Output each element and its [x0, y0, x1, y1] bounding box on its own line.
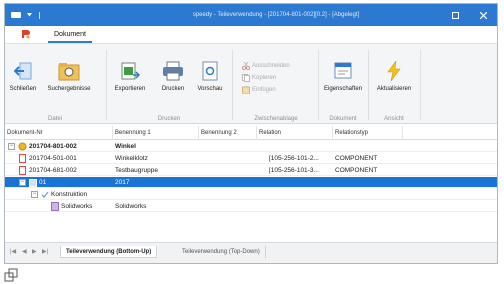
- cell-relation: [105-256-101-3...: [269, 167, 319, 174]
- printer-icon: [162, 60, 184, 82]
- first-sheet-button[interactable]: |◀: [10, 248, 16, 255]
- cell-dokument-nr: Solidworks: [61, 203, 93, 210]
- table-row[interactable]: 201704-501-001 Winkelklotz [105-256-101-…: [5, 153, 497, 164]
- col-header-benennung-2[interactable]: Benennung 2: [199, 126, 257, 140]
- collapse-toggle[interactable]: −: [31, 191, 38, 198]
- cell-benennung-1: Winkel: [115, 143, 136, 150]
- copy-label: Kopieren: [252, 75, 277, 81]
- ribbon-tabs: Dokument: [5, 26, 497, 43]
- divider: [420, 50, 421, 120]
- cell-relationstyp: COMPONENT: [335, 155, 378, 162]
- collapse-toggle[interactable]: −: [19, 179, 26, 186]
- paste-button[interactable]: Einfügen: [241, 85, 276, 95]
- folder-search-icon: [58, 60, 80, 82]
- quick-access-icon[interactable]: [35, 4, 43, 26]
- col-header-relationstyp[interactable]: Relationstyp: [333, 126, 403, 140]
- cell-relationstyp: COMPONENT: [335, 167, 378, 174]
- close-label: Schließen: [9, 86, 37, 92]
- cell-benennung-1: Testbaugruppe: [115, 167, 159, 174]
- document-tree-grid: Dokument-Nr Benennung 1 Benennung 2 Rela…: [5, 124, 497, 242]
- group-zwischenablage: Ausschneiden Kopieren Einfügen Zwischena…: [235, 44, 317, 124]
- last-sheet-button[interactable]: ▶|: [42, 248, 48, 255]
- cell-relation: [105-256-101-2...: [269, 155, 319, 162]
- app-window: speedy - Teileverwendung - [201704-801-0…: [4, 3, 498, 264]
- paste-label: Einfügen: [252, 87, 276, 93]
- window-resize-icon[interactable]: [4, 268, 18, 282]
- group-ansicht: Aktualisieren Ansicht: [369, 44, 419, 124]
- group-label-drucken: Drucken: [157, 116, 181, 122]
- search-results-button[interactable]: Suchergebnisse: [39, 60, 99, 104]
- next-sheet-button[interactable]: ▶: [32, 248, 37, 255]
- preview-label: Vorschau: [197, 86, 223, 92]
- properties-label: Eigenschaften: [323, 86, 363, 92]
- refresh-button[interactable]: Aktualisieren: [372, 60, 416, 104]
- tab-top-down[interactable]: Teileverwendung (Top-Down): [177, 246, 266, 258]
- lightning-icon: [383, 60, 405, 82]
- properties-button[interactable]: Eigenschaften: [321, 60, 365, 104]
- print-button[interactable]: Drucken: [155, 60, 191, 104]
- app-logo-icon[interactable]: [21, 29, 31, 41]
- collapse-toggle[interactable]: −: [8, 143, 15, 150]
- divider: [232, 50, 233, 120]
- group-label-zwischenablage: Zwischenablage: [254, 116, 298, 122]
- restore-icon[interactable]: [449, 4, 461, 26]
- table-row[interactable]: 201704-681-002 Testbaugruppe [105-256-10…: [5, 165, 497, 176]
- properties-icon: [332, 60, 354, 82]
- copy-button[interactable]: Kopieren: [241, 73, 276, 83]
- copy-icon: [241, 74, 250, 83]
- cell-dokument-nr: 01: [39, 179, 47, 186]
- version-icon: [28, 178, 37, 187]
- close-button[interactable]: Schließen: [8, 60, 38, 104]
- group-dokument: Eigenschaften Dokument: [319, 44, 367, 124]
- table-row[interactable]: − Konstruktion: [5, 189, 497, 200]
- group-label-datei: Datei: [47, 116, 62, 122]
- table-row[interactable]: − 201704-801-002 Winkel: [5, 141, 497, 152]
- close-document-icon: [12, 60, 34, 82]
- prev-sheet-button[interactable]: ◀: [22, 248, 27, 255]
- cell-dokument-nr: Konstruktion: [51, 191, 88, 198]
- export-sheet-icon: [119, 60, 141, 82]
- grid-header: Dokument-Nr Benennung 1 Benennung 2 Rela…: [5, 126, 497, 140]
- tab-bottom-up[interactable]: Teileverwendung (Bottom-Up): [60, 246, 158, 258]
- cell-dokument-nr: 201704-681-002: [29, 167, 77, 174]
- scissors-icon: [241, 62, 250, 71]
- table-row-selected[interactable]: − 01 2017: [5, 177, 497, 188]
- group-label-dokument: Dokument: [329, 116, 357, 122]
- ribbon: Schließen Suchergebnisse Datei Exportier…: [5, 43, 497, 124]
- cell-benennung-1: Winkelklotz: [115, 155, 148, 162]
- part-icon: [18, 166, 27, 175]
- col-header-dokument-nr[interactable]: Dokument-Nr: [5, 126, 113, 140]
- tab-dokument[interactable]: Dokument: [48, 28, 92, 43]
- close-icon[interactable]: [477, 4, 489, 26]
- checkmark-icon: [40, 190, 49, 199]
- cell-benennung-1: 2017: [115, 179, 130, 186]
- export-button[interactable]: Exportieren: [111, 60, 149, 104]
- window-title: speedy - Teileverwendung - [201704-801-0…: [192, 12, 360, 18]
- chevron-down-icon[interactable]: [25, 4, 33, 26]
- group-label-ansicht: Ansicht: [384, 116, 404, 122]
- col-header-relation[interactable]: Relation: [257, 126, 333, 140]
- print-label: Drucken: [161, 86, 185, 92]
- group-drucken: Exportieren Drucken Vorschau Drucken: [107, 44, 231, 124]
- sheet-tab-bar: |◀ ◀ ▶ ▶| Teileverwendung (Bottom-Up) Te…: [5, 242, 497, 263]
- refresh-label: Aktualisieren: [376, 86, 412, 92]
- cut-label: Ausschneiden: [252, 63, 290, 69]
- cut-button[interactable]: Ausschneiden: [241, 61, 290, 71]
- search-results-label: Suchergebnisse: [47, 86, 91, 92]
- group-datei: Schließen Suchergebnisse Datei: [5, 44, 105, 124]
- part-icon: [18, 154, 27, 163]
- cell-dokument-nr: 201704-801-002: [29, 143, 77, 150]
- paste-icon: [241, 86, 250, 95]
- assembly-icon: [18, 142, 27, 151]
- cell-dokument-nr: 201704-501-001: [29, 155, 77, 162]
- cad-file-icon: [50, 202, 59, 211]
- table-row[interactable]: Solidworks Solidworks: [5, 201, 497, 212]
- title-bar: speedy - Teileverwendung - [201704-801-0…: [5, 4, 497, 26]
- col-header-benennung-1[interactable]: Benennung 1: [113, 126, 199, 140]
- app-menu-icon[interactable]: [9, 4, 23, 26]
- cell-benennung-1: Solidworks: [115, 203, 147, 210]
- preview-button[interactable]: Vorschau: [193, 60, 227, 104]
- print-preview-icon: [199, 60, 221, 82]
- export-label: Exportieren: [114, 86, 146, 92]
